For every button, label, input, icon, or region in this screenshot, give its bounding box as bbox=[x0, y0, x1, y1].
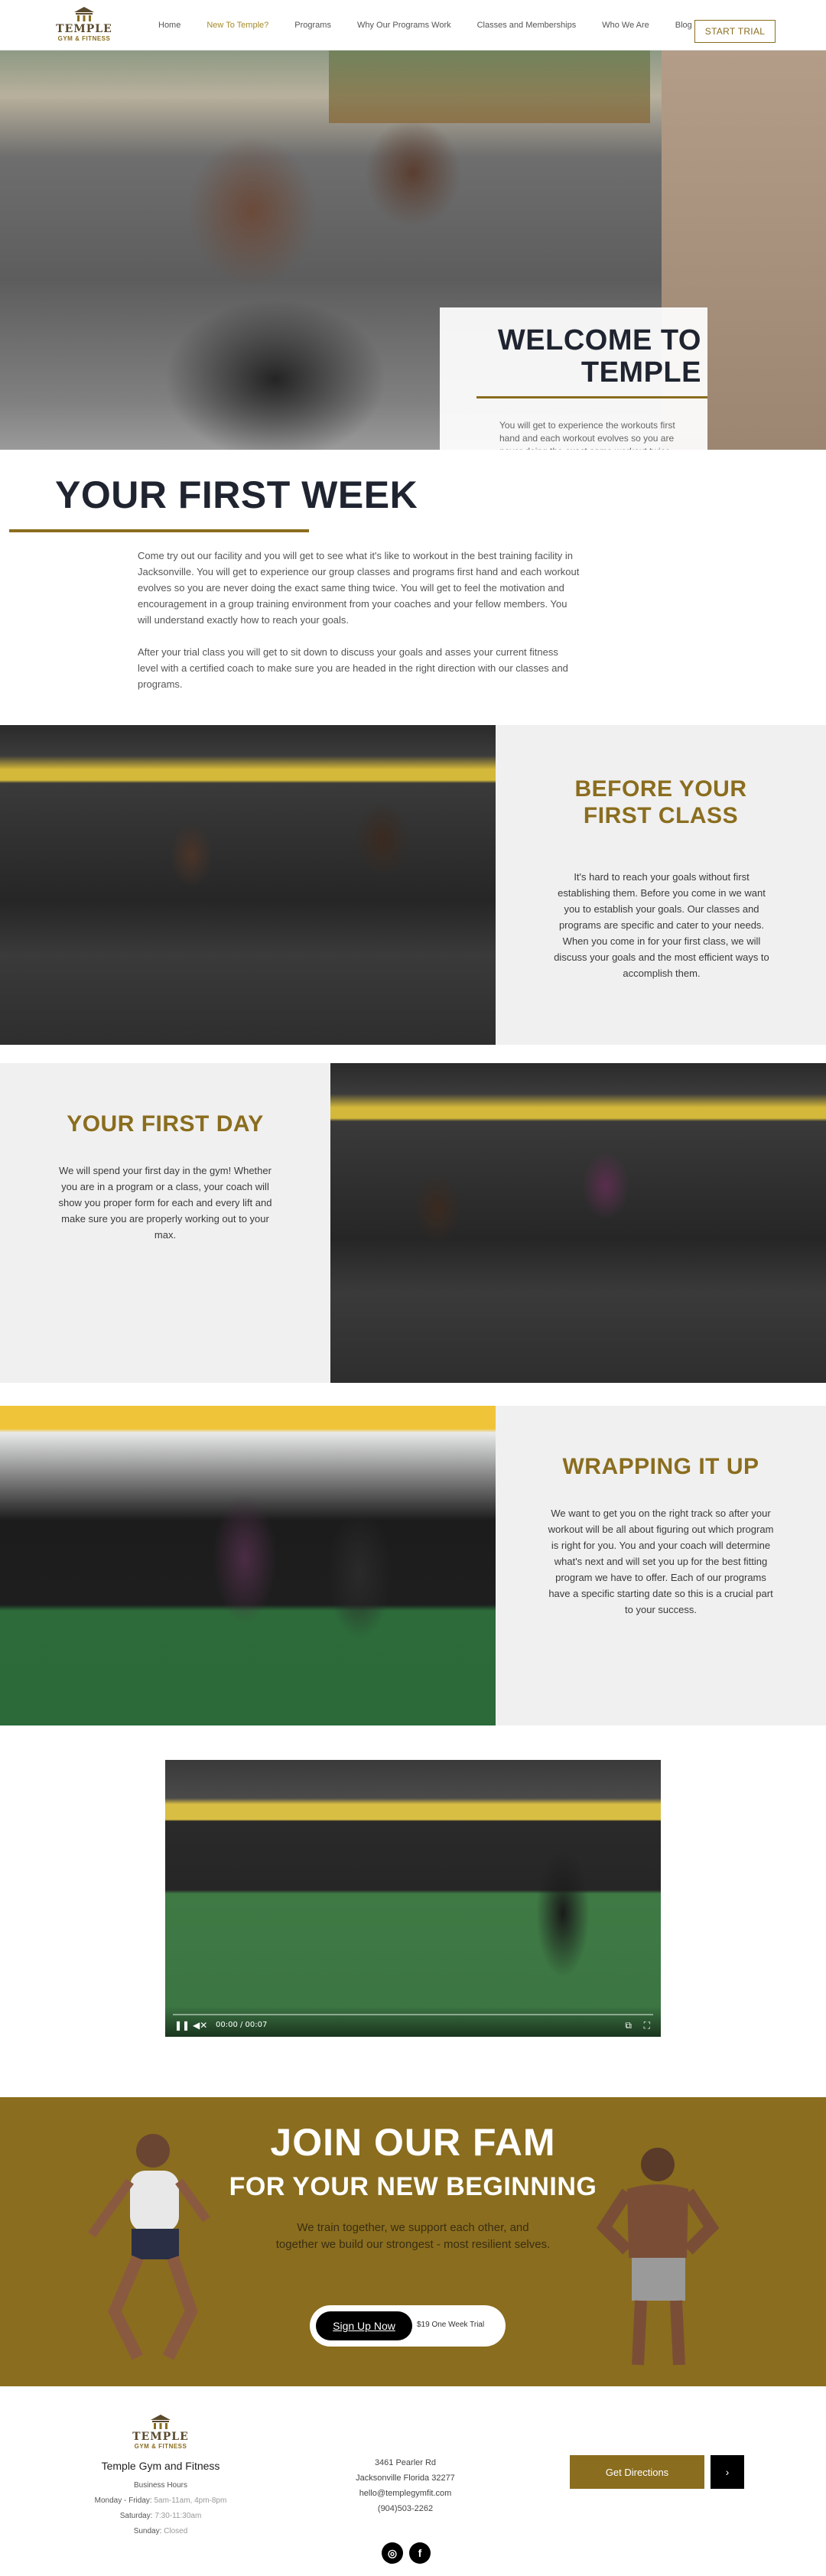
section-spacer bbox=[0, 1383, 826, 1406]
before-first-class-section: BEFORE YOUR FIRST CLASS It's hard to rea… bbox=[0, 725, 826, 1045]
hours-saturday-label: Saturday: bbox=[119, 2512, 153, 2520]
wrapping-up-section: WRAPPING IT UP We want to get you on the… bbox=[0, 1406, 826, 1725]
workout-video-player[interactable]: ❚❚ ◀✕ 00:00 / 00:07 ⧉ ⛶ bbox=[165, 1760, 661, 2037]
phone-link[interactable]: (904)503-2262 bbox=[329, 2504, 482, 2513]
mute-icon[interactable]: ◀✕ bbox=[193, 2020, 207, 2031]
signup-pill: Sign Up Now $19 One Week Trial bbox=[310, 2305, 506, 2347]
high-five-photo bbox=[0, 1406, 496, 1725]
nav-why-our-programs-work[interactable]: Why Our Programs Work bbox=[344, 21, 464, 30]
temple-logo-icon bbox=[74, 7, 94, 21]
first-week-paragraph-2: After your trial class you will get to s… bbox=[138, 646, 568, 690]
hours-sunday: Sunday: Closed bbox=[76, 2527, 245, 2535]
email-link[interactable]: hello@templegymfit.com bbox=[329, 2489, 482, 2498]
first-day-section: YOUR FIRST DAY We will spend your first … bbox=[0, 1063, 826, 1383]
address-line2: Jacksonville Florida 32277 bbox=[356, 2474, 455, 2483]
wrapping-up-text: We want to get you on the right track so… bbox=[548, 1508, 774, 1615]
welcome-title-line2: TEMPLE bbox=[580, 356, 701, 389]
video-time: 00:00 / 00:07 bbox=[216, 2021, 268, 2029]
section-spacer bbox=[0, 1045, 826, 1063]
site-header: TEMPLE GYM & FITNESS Home New To Temple?… bbox=[0, 0, 826, 50]
site-footer: TEMPLE GYM & FITNESS Temple Gym and Fitn… bbox=[0, 2386, 826, 2576]
join-section: JOIN OUR FAM FOR YOUR NEW BEGINNING We t… bbox=[0, 2097, 826, 2386]
video-progress-bar[interactable] bbox=[173, 2014, 653, 2015]
nav-new-to-temple[interactable]: New To Temple? bbox=[193, 21, 281, 30]
welcome-title: WELCOME TO TEMPLE bbox=[476, 324, 701, 389]
footer-logo-name: TEMPLE bbox=[132, 2431, 189, 2443]
before-first-class-title-line2: FIRST CLASS bbox=[583, 803, 739, 828]
logo-name: TEMPLE bbox=[56, 23, 112, 35]
logo-subtitle: GYM & FITNESS bbox=[57, 35, 111, 42]
welcome-title-line1: WELCOME TO bbox=[497, 324, 701, 356]
hero-section: WELCOME TO TEMPLE You will get to experi… bbox=[0, 50, 826, 450]
nav-programs[interactable]: Programs bbox=[281, 21, 344, 30]
coach-squat-photo bbox=[330, 1063, 826, 1383]
footer-logo[interactable]: TEMPLE GYM & FITNESS bbox=[124, 2414, 197, 2451]
facebook-icon[interactable]: f bbox=[409, 2542, 431, 2564]
before-first-class-panel: BEFORE YOUR FIRST CLASS It's hard to rea… bbox=[496, 725, 826, 1045]
welcome-divider bbox=[476, 396, 707, 398]
first-day-panel: YOUR FIRST DAY We will spend your first … bbox=[0, 1063, 330, 1383]
instagram-icon[interactable]: ◎ bbox=[382, 2542, 403, 2564]
hero-photo-plants bbox=[329, 50, 650, 123]
first-day-title: YOUR FIRST DAY bbox=[67, 1111, 264, 1137]
video-section: ❚❚ ◀✕ 00:00 / 00:07 ⧉ ⛶ bbox=[0, 1725, 826, 2097]
before-first-class-title-line1: BEFORE YOUR bbox=[574, 776, 747, 802]
footer-brand: Temple Gym and Fitness bbox=[101, 2460, 220, 2472]
start-trial-button[interactable]: START TRIAL bbox=[694, 20, 776, 43]
get-directions-button[interactable]: Get Directions bbox=[570, 2455, 704, 2489]
main-nav: Home New To Temple? Programs Why Our Pro… bbox=[145, 0, 705, 50]
hours-saturday: Saturday: 7:30-11:30am bbox=[76, 2512, 245, 2520]
footer-logo-icon bbox=[151, 2415, 171, 2429]
hours-saturday-value: 7:30-11:30am bbox=[154, 2512, 202, 2520]
first-week-divider bbox=[9, 529, 309, 532]
hours-weekday-value: 5am-11am, 4pm-8pm bbox=[154, 2496, 227, 2505]
wrapping-up-panel: WRAPPING IT UP We want to get you on the… bbox=[496, 1406, 826, 1725]
woman-jump-rope-figure bbox=[88, 2134, 210, 2360]
temple-logo[interactable]: TEMPLE GYM & FITNESS bbox=[47, 6, 121, 43]
business-hours-label: Business Hours bbox=[133, 2481, 188, 2490]
picture-in-picture-icon[interactable]: ⧉ bbox=[625, 2020, 632, 2031]
wrapping-up-title: WRAPPING IT UP bbox=[562, 1454, 759, 1479]
nav-classes-and-memberships[interactable]: Classes and Memberships bbox=[464, 21, 590, 30]
hours-sunday-label: Sunday: bbox=[133, 2527, 162, 2535]
footer-logo-subtitle: GYM & FITNESS bbox=[134, 2443, 187, 2450]
join-title: JOIN OUR FAM bbox=[270, 2121, 556, 2164]
first-week-title: YOUR FIRST WEEK bbox=[55, 473, 418, 516]
hours-weekday-label: Monday - Friday: bbox=[94, 2496, 152, 2505]
before-first-class-title: BEFORE YOUR FIRST CLASS bbox=[496, 776, 826, 829]
first-day-text: We will spend your first day in the gym!… bbox=[58, 1165, 272, 1241]
sign-up-now-button[interactable]: Sign Up Now bbox=[316, 2311, 412, 2340]
hours-sunday-value: Closed bbox=[164, 2527, 188, 2535]
pause-icon[interactable]: ❚❚ bbox=[174, 2020, 190, 2031]
join-subtitle: FOR YOUR NEW BEGINNING bbox=[229, 2172, 597, 2201]
hours-weekday: Monday - Friday: 5am-11am, 4pm-8pm bbox=[76, 2496, 245, 2505]
welcome-card: WELCOME TO TEMPLE You will get to experi… bbox=[440, 307, 707, 450]
before-first-class-text: It's hard to reach your goals without fi… bbox=[554, 871, 769, 979]
first-week-section: YOUR FIRST WEEK Come try out our facilit… bbox=[0, 450, 826, 725]
handshake-photo bbox=[0, 725, 496, 1045]
chevron-right-icon[interactable]: › bbox=[711, 2455, 744, 2489]
join-text: We train together, we support each other… bbox=[275, 2221, 551, 2251]
video-controls: ❚❚ ◀✕ 00:00 / 00:07 ⧉ ⛶ bbox=[165, 2006, 661, 2037]
first-week-paragraph-1: Come try out our facility and you will g… bbox=[138, 550, 580, 626]
address-line1: 3461 Pearler Rd bbox=[374, 2458, 437, 2467]
signup-trial-note: $19 One Week Trial bbox=[417, 2321, 485, 2329]
welcome-text: You will get to experience the workouts … bbox=[499, 420, 675, 450]
fullscreen-icon[interactable]: ⛶ bbox=[644, 2020, 650, 2031]
nav-who-we-are[interactable]: Who We Are bbox=[589, 21, 662, 30]
nav-home[interactable]: Home bbox=[145, 21, 193, 30]
